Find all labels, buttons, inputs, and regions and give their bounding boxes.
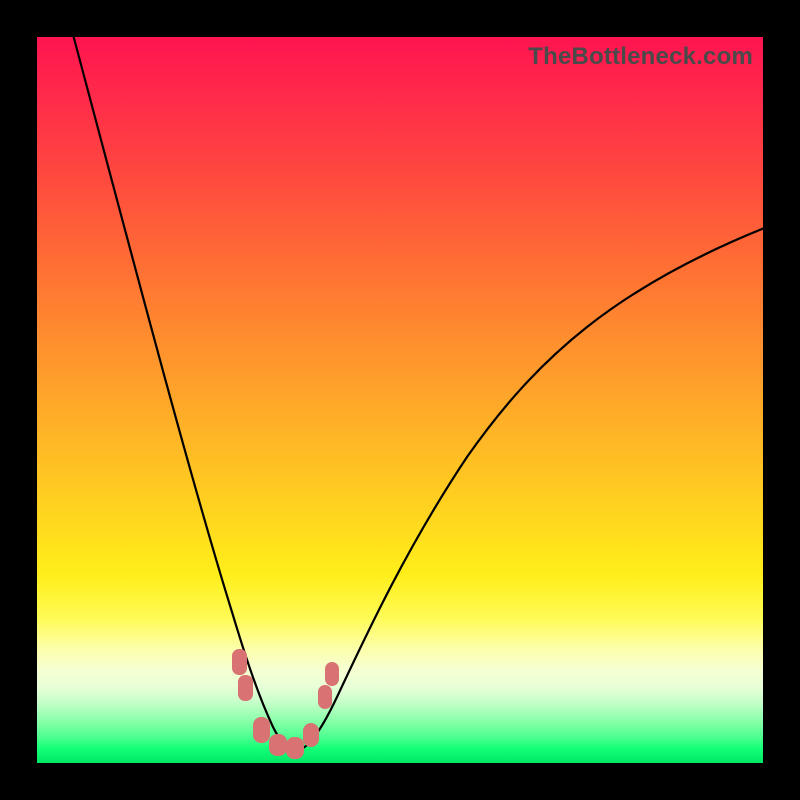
curve-right-branch [295,227,767,752]
marker-point [253,717,270,743]
plot-area: TheBottleneck.com [37,37,763,763]
marker-point [303,723,319,747]
chart-frame: TheBottleneck.com [0,0,800,800]
curve-layer [37,37,763,763]
marker-point [286,737,304,759]
marker-point [232,649,247,675]
marker-point [269,734,287,756]
marker-point [238,675,253,701]
curve-left-branch [71,27,295,752]
marker-point [318,685,332,709]
marker-point [325,662,339,686]
